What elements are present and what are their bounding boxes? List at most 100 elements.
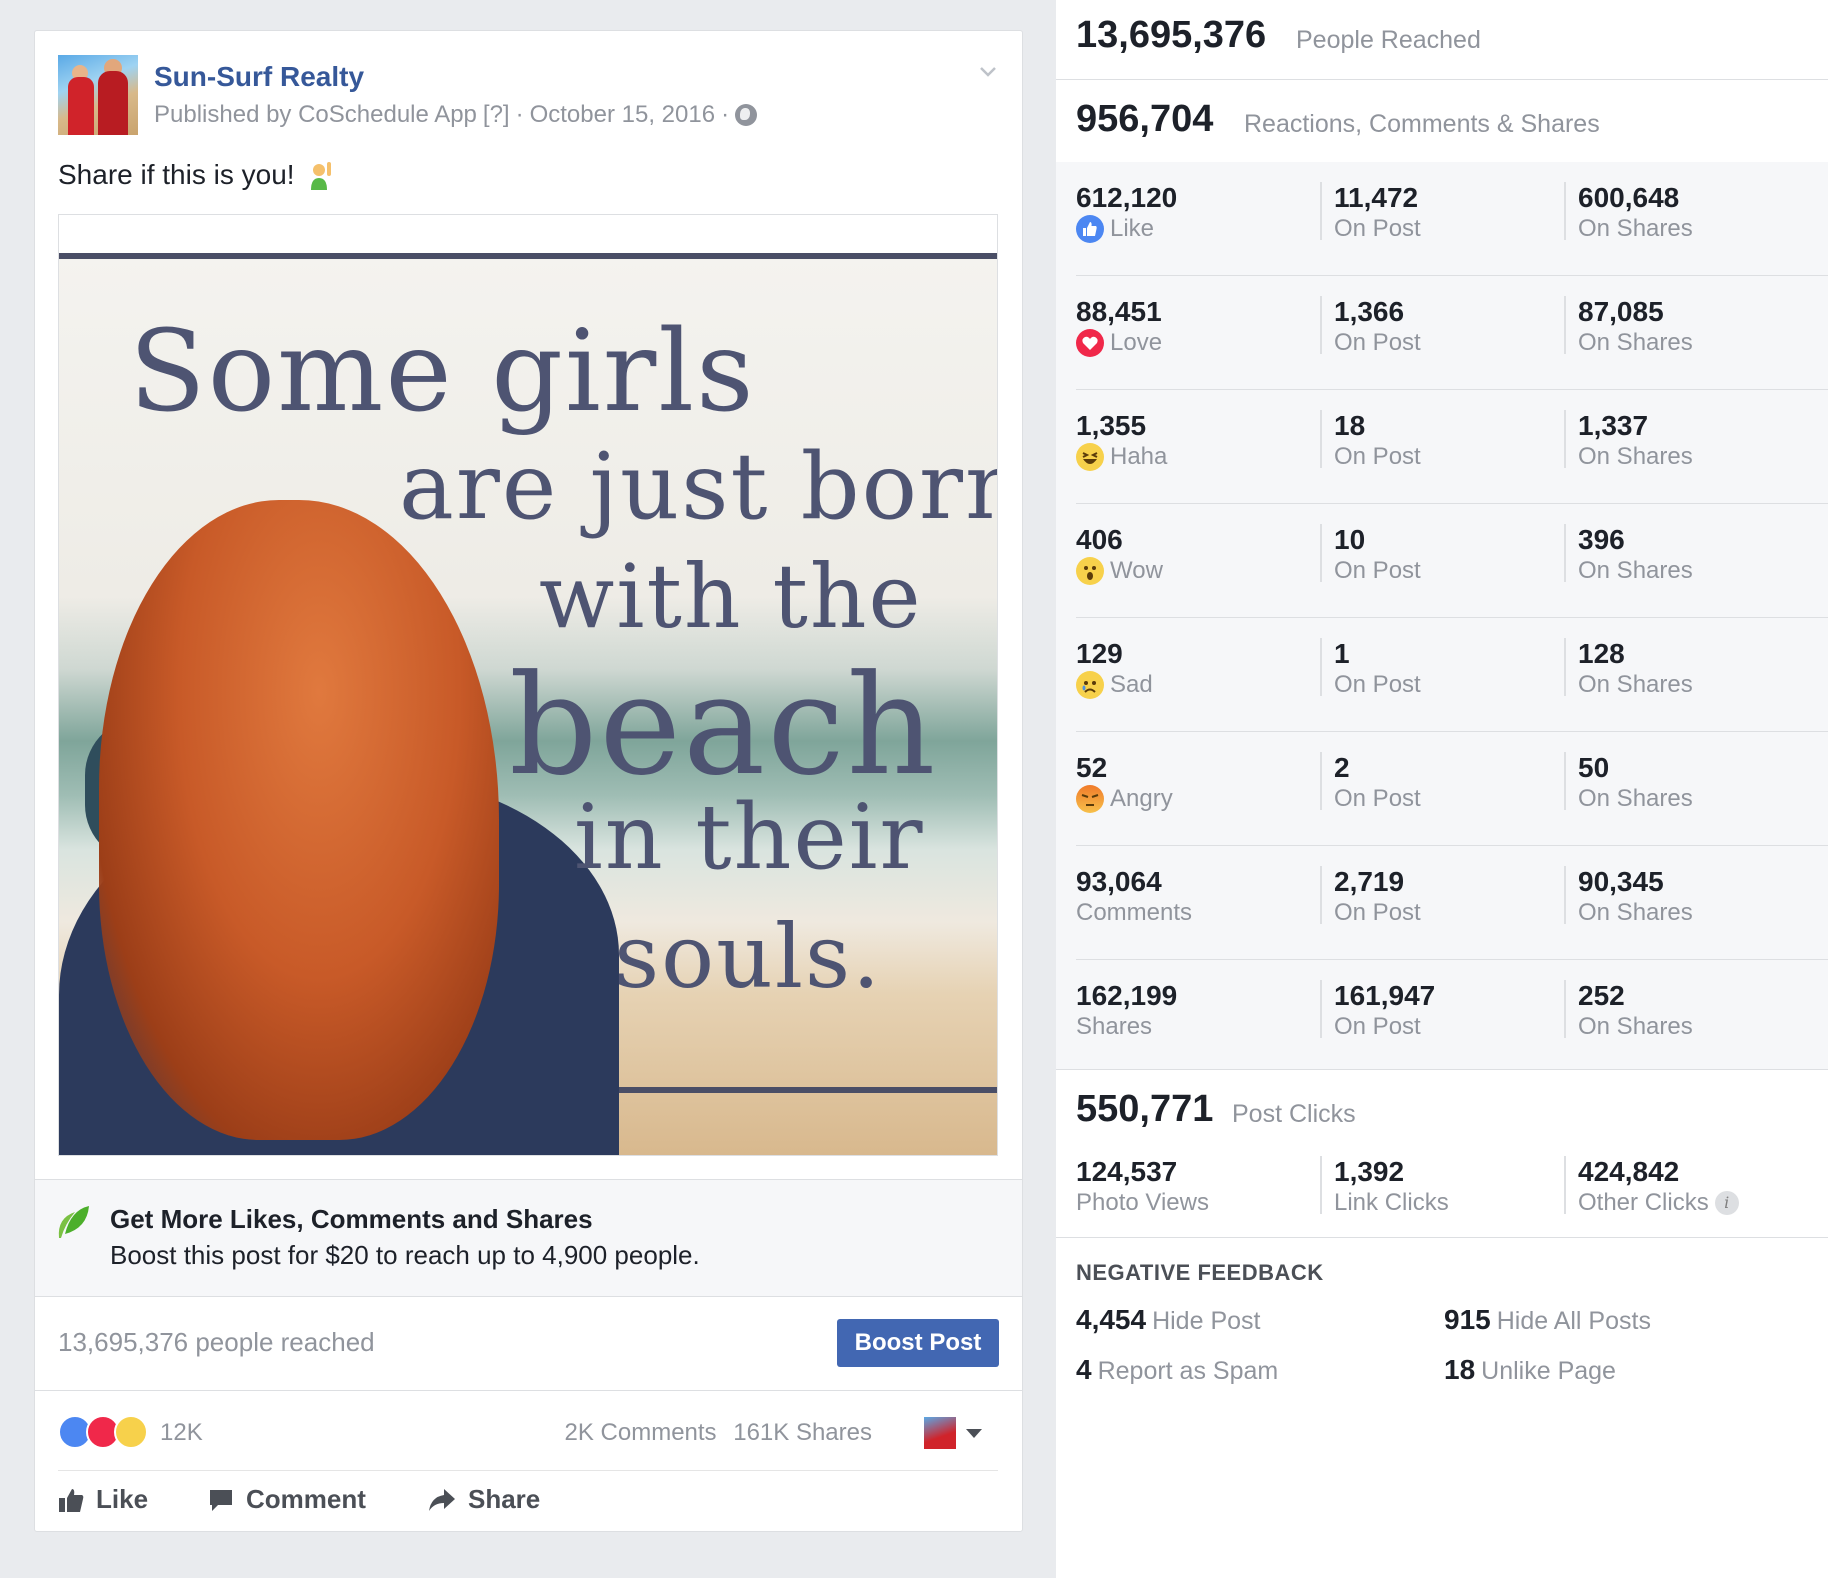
post-text-content: Share if this is you! bbox=[58, 159, 295, 190]
chevron-down-icon[interactable] bbox=[978, 61, 998, 81]
boost-post-button[interactable]: Boost Post bbox=[837, 1319, 999, 1367]
stat-on-post: 18 bbox=[1334, 410, 1366, 441]
share-button[interactable]: Share bbox=[428, 1484, 540, 1515]
engagement-row: 956,704 Reactions, Comments & Shares bbox=[1056, 80, 1828, 162]
stat-label: Like bbox=[1110, 215, 1155, 242]
stat-total: 52 bbox=[1076, 752, 1108, 783]
stat-on-shares: 1,337 bbox=[1578, 410, 1649, 441]
click-value: 1,392 bbox=[1334, 1156, 1405, 1187]
neg-hide-all-posts: 915 Hide All Posts bbox=[1444, 1304, 1651, 1336]
post-date[interactable]: October 15, 2016 bbox=[530, 101, 715, 129]
stat-total: 1,355 bbox=[1076, 410, 1147, 441]
stat-label: Wow bbox=[1110, 557, 1163, 584]
post-header: Sun-Surf Realty Published by CoSchedule … bbox=[58, 55, 1002, 135]
thumbs-up-icon bbox=[59, 1488, 84, 1512]
haha-icon bbox=[1076, 443, 1104, 471]
quote-line: Some girls bbox=[129, 307, 756, 437]
help-link[interactable]: [?] bbox=[483, 101, 510, 129]
stat-on-shares: 90,345 bbox=[1578, 866, 1664, 897]
neg-value: 18 bbox=[1444, 1354, 1476, 1385]
on-shares-label: On Shares bbox=[1578, 215, 1693, 242]
post-clicks-value: 550,771 bbox=[1076, 1088, 1214, 1130]
page-name-link[interactable]: Sun-Surf Realty bbox=[154, 61, 364, 93]
stat-total: 93,064 bbox=[1076, 866, 1162, 897]
reaction-icons[interactable] bbox=[58, 1415, 158, 1449]
love-icon bbox=[1076, 329, 1104, 357]
people-reached-text[interactable]: 13,695,376 people reached bbox=[58, 1327, 375, 1358]
stat-on-post: 2 bbox=[1334, 752, 1350, 783]
stat-on-shares: 128 bbox=[1578, 638, 1625, 669]
stat-row-love: 88,451 Love 1,366 On Post 87,085 On Shares bbox=[1076, 276, 1828, 390]
stat-label: Love bbox=[1110, 329, 1163, 356]
stat-row-angry: 52 Angry 2 On Post 50 On Shares bbox=[1076, 732, 1828, 846]
globe-icon[interactable] bbox=[735, 104, 758, 126]
quote-line: beach bbox=[509, 645, 938, 806]
on-post-label: On Post bbox=[1334, 215, 1421, 242]
info-icon[interactable]: i bbox=[1714, 1191, 1739, 1215]
shares-count[interactable]: 161K Shares bbox=[733, 1419, 872, 1446]
clicks-breakdown: 124,537 Photo Views 1,392 Link Clicks 424,… bbox=[1076, 1148, 1828, 1228]
people-reached-label: People Reached bbox=[1296, 26, 1481, 54]
like-button[interactable]: Like bbox=[58, 1484, 148, 1515]
publisher-text: Published by CoSchedule App bbox=[154, 101, 477, 128]
on-shares-label: On Shares bbox=[1578, 899, 1693, 926]
neg-label: Hide All Posts bbox=[1496, 1307, 1651, 1335]
comment-button[interactable]: Comment bbox=[208, 1484, 366, 1515]
on-shares-label: On Shares bbox=[1578, 1013, 1693, 1040]
page-avatar[interactable] bbox=[58, 55, 138, 135]
boost-promo[interactable]: Get More Likes, Comments and Shares Boos… bbox=[35, 1179, 1022, 1297]
post-clicks-section: 550,771 Post Clicks 124,537 Photo Views 1… bbox=[1056, 1070, 1828, 1238]
neg-label: Report as Spam bbox=[1097, 1357, 1279, 1385]
negative-feedback-title: NEGATIVE FEEDBACK bbox=[1076, 1260, 1324, 1285]
promo-subtitle: Boost this post for $20 to reach up to 4… bbox=[110, 1240, 700, 1270]
on-post-label: On Post bbox=[1334, 671, 1421, 698]
stat-on-shares: 50 bbox=[1578, 752, 1610, 783]
neg-label: Hide Post bbox=[1152, 1307, 1261, 1335]
stat-row-like: 612,120 Like 11,472 On Post 600,648 On Sha… bbox=[1076, 162, 1828, 276]
share-label: Share bbox=[468, 1484, 541, 1514]
stat-label: Shares bbox=[1076, 1013, 1153, 1040]
stat-label: Haha bbox=[1110, 443, 1168, 470]
stat-on-post: 1,366 bbox=[1334, 296, 1405, 327]
on-shares-label: On Shares bbox=[1578, 329, 1693, 356]
stat-total: 129 bbox=[1076, 638, 1123, 669]
stat-label: Comments bbox=[1076, 899, 1193, 926]
like-icon bbox=[1076, 215, 1104, 243]
wow-icon bbox=[1076, 557, 1104, 585]
post-clicks-label: Post Clicks bbox=[1232, 1100, 1356, 1128]
image-rule bbox=[619, 1087, 997, 1093]
meta-separator: · bbox=[515, 101, 524, 128]
engagement-value: 956,704 bbox=[1076, 98, 1214, 140]
like-label: Like bbox=[96, 1484, 149, 1514]
quote-line: with the bbox=[539, 545, 923, 648]
comment-icon bbox=[210, 1489, 232, 1511]
stat-total: 162,199 bbox=[1076, 980, 1178, 1011]
stat-row-shares: 162,199 Shares 161,947 On Post 252 On Share… bbox=[1076, 960, 1828, 1074]
caret-down-icon[interactable] bbox=[966, 1429, 982, 1438]
on-shares-label: On Shares bbox=[1578, 443, 1693, 470]
people-reached-row: 13,695,376 People Reached bbox=[1056, 0, 1828, 80]
insights-panel: 13,695,376 People Reached 956,704 Reacti… bbox=[1056, 0, 1828, 1578]
neg-report-spam: 4 Report as Spam bbox=[1076, 1354, 1278, 1386]
person-raising-hand-icon bbox=[310, 162, 331, 190]
comments-count[interactable]: 2K Comments bbox=[565, 1419, 717, 1446]
angry-icon bbox=[1076, 785, 1104, 813]
post-image[interactable]: Some girls are just born with the beach … bbox=[58, 214, 998, 1156]
reactions-summary: 12K 2K Comments 161K Shares bbox=[58, 1391, 998, 1471]
meta-separator: · bbox=[721, 101, 730, 128]
stat-on-post: 10 bbox=[1334, 524, 1366, 555]
reactions-count[interactable]: 12K bbox=[160, 1419, 203, 1447]
stat-on-shares: 396 bbox=[1578, 524, 1625, 555]
on-shares-label: On Shares bbox=[1578, 557, 1693, 584]
image-rule bbox=[59, 253, 997, 259]
stat-on-shares: 252 bbox=[1578, 980, 1625, 1011]
stat-total: 406 bbox=[1076, 524, 1123, 555]
people-reached-value: 13,695,376 bbox=[1076, 14, 1267, 56]
stat-row-haha: 1,355 Haha 18 On Post 1,337 On Shares bbox=[1076, 390, 1828, 504]
click-label: Other Clicks bbox=[1578, 1189, 1709, 1216]
stat-total: 612,120 bbox=[1076, 182, 1178, 213]
on-post-label: On Post bbox=[1334, 557, 1421, 584]
promo-title: Get More Likes, Comments and Shares bbox=[110, 1204, 593, 1234]
actor-avatar[interactable] bbox=[924, 1417, 956, 1449]
stat-row-sad: 129 Sad 1 On Post 128 On Shares bbox=[1076, 618, 1828, 732]
